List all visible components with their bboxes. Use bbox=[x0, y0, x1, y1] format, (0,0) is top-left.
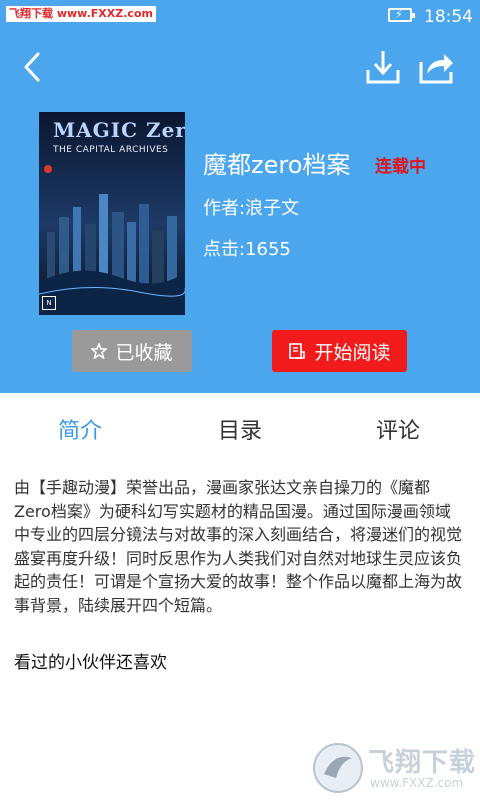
book-header: 飞翔下载 www.FXXZ.com ⚡ 18:54 MAGIC Zer THE … bbox=[0, 0, 480, 393]
star-outline-icon bbox=[91, 343, 108, 359]
cover-publisher-badge: N bbox=[42, 296, 56, 310]
book-title: 魔都zero档案 bbox=[203, 151, 351, 179]
cover-city-art bbox=[39, 112, 185, 315]
book-description: 由【手趣动漫】荣誉出品，漫画家张达文亲自操刀的《魔都Zero档案》为硬科幻写实题… bbox=[14, 478, 463, 615]
battery-charging-icon: ⚡ bbox=[388, 8, 415, 22]
watermark-brand: 飞翔下载 bbox=[368, 748, 477, 778]
book-clicks: 点击:1655 bbox=[203, 239, 291, 260]
status-bar: 飞翔下载 www.FXXZ.com ⚡ 18:54 bbox=[0, 0, 480, 36]
back-arrow-icon bbox=[24, 52, 40, 82]
favorite-label: 已收藏 bbox=[115, 341, 173, 364]
tab-catalog[interactable]: 目录 bbox=[218, 413, 262, 445]
watermark-url: www.FXXZ.com bbox=[370, 776, 464, 790]
back-button[interactable] bbox=[16, 50, 50, 84]
book-cover[interactable]: MAGIC Zero THE CAPITAL ARCHIVES N bbox=[39, 112, 185, 315]
recommend-section-title: 看过的小伙伴还喜欢 bbox=[14, 653, 167, 673]
watermark-top: 飞翔下载 www.FXXZ.com bbox=[6, 6, 156, 22]
cover-subtitle: THE CAPITAL ARCHIVES bbox=[53, 145, 169, 155]
watermark-logo: 飞翔下载 www.FXXZ.com bbox=[312, 740, 475, 796]
tab-intro[interactable]: 简介 bbox=[58, 413, 102, 445]
book-icon bbox=[288, 342, 306, 360]
favorite-button[interactable]: 已收藏 bbox=[72, 330, 192, 372]
start-reading-label: 开始阅读 bbox=[314, 341, 391, 364]
start-reading-button[interactable]: 开始阅读 bbox=[272, 330, 407, 372]
serial-status-badge: 连载中 bbox=[375, 157, 426, 177]
watermark-emblem bbox=[313, 743, 363, 793]
status-time: 18:54 bbox=[424, 7, 473, 27]
tab-comments[interactable]: 评论 bbox=[376, 413, 420, 445]
share-button[interactable] bbox=[417, 48, 455, 86]
book-author: 作者:浪子文 bbox=[203, 198, 300, 219]
download-button[interactable] bbox=[364, 48, 402, 86]
cover-logo: MAGIC Zero bbox=[53, 118, 185, 142]
download-icon bbox=[366, 51, 400, 84]
share-icon bbox=[419, 54, 453, 84]
detail-tabs: 简介 目录 评论 bbox=[0, 395, 480, 461]
